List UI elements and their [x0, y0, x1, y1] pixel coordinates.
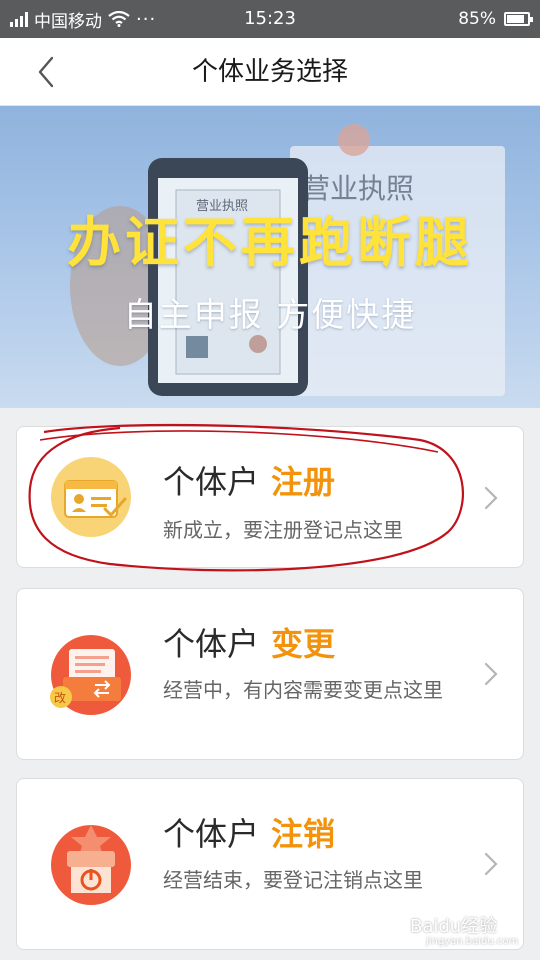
status-right: 85%: [458, 0, 533, 38]
back-arrow-icon[interactable]: [28, 52, 68, 92]
battery-percent: 85%: [458, 9, 496, 29]
card-title-main: 个体户: [163, 815, 260, 853]
battery-icon: [504, 12, 533, 26]
chevron-right-icon: [484, 486, 498, 510]
banner-subline: 自主申报 方便快捷: [123, 295, 417, 334]
emblem-icon: [338, 124, 370, 156]
card-description: 经营中，有内容需要变更点这里: [163, 678, 443, 702]
card-description: 新成立，要注册登记点这里: [163, 518, 403, 542]
change-badge: 改: [54, 691, 66, 705]
card-title: 个体户 变更: [163, 619, 335, 665]
card-title-accent: 注册: [271, 463, 336, 501]
change-document-icon: 改: [50, 635, 131, 715]
card-title-main: 个体户: [163, 463, 260, 501]
change-card[interactable]: 改 个体户 变更 经营中，有内容需要变更点这里: [16, 588, 524, 760]
card-description: 经营结束，要登记注销点这里: [163, 868, 423, 892]
qr-code-icon: [186, 336, 208, 358]
card-title-main: 个体户: [163, 625, 260, 663]
card-title: 个体户 注册: [163, 457, 335, 503]
watermark-url: jingyan.baidu.com: [426, 936, 519, 947]
status-bar: 中国移动 ··· 15:23 85%: [0, 0, 540, 38]
license-card-icon: [51, 457, 131, 537]
watermark-logo: Baidu经验: [410, 916, 498, 937]
chevron-right-icon: [484, 852, 498, 876]
card-title: 个体户 注销: [163, 809, 335, 855]
battery-fill: [507, 15, 524, 23]
page-title: 个体业务选择: [191, 57, 348, 87]
register-card[interactable]: 个体户 注册 新成立，要注册登记点这里: [16, 426, 524, 568]
chevron-right-icon: [484, 662, 498, 686]
card-title-accent: 变更: [271, 625, 336, 663]
banner-headline: 办证不再跑断腿: [67, 211, 473, 274]
nav-header: 个体业务选择: [0, 38, 540, 106]
shop-cancel-icon: [51, 825, 131, 905]
card-title-accent: 注销: [271, 815, 336, 853]
